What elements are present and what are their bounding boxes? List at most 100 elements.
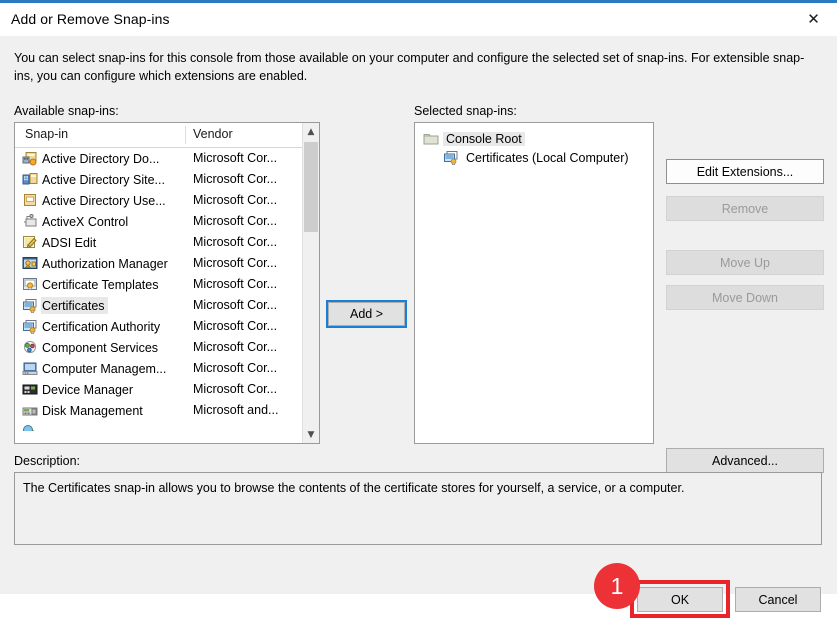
list-item[interactable]: Disk Management Microsoft and... [15, 400, 303, 421]
remove-button: Remove [666, 196, 824, 221]
description-box: The Certificates snap-in allows you to b… [14, 472, 822, 545]
tree-item-certificates[interactable]: Certificates (Local Computer) [443, 148, 632, 167]
list-item-name: Active Directory Do... [42, 151, 160, 166]
list-column-header: Snap-in Vendor [15, 123, 319, 148]
list-item-name: Certificates [42, 298, 105, 313]
add-button[interactable]: Add > [326, 300, 407, 328]
tree-item-label: Certificates (Local Computer) [466, 150, 629, 165]
close-button[interactable]: ✕ [790, 3, 837, 36]
list-item-vendor: Microsoft Cor... [193, 172, 278, 186]
list-item[interactable]: Component Services Microsoft Cor... [15, 337, 303, 358]
available-snapins-label: Available snap-ins: [14, 104, 119, 118]
active-directory-users-icon [22, 193, 38, 208]
list-item[interactable]: ActiveX Control Microsoft Cor... [15, 211, 303, 232]
annotation-step-badge: 1 [594, 563, 640, 609]
list-item[interactable]: Certificate Templates Microsoft Cor... [15, 274, 303, 295]
list-item-name: Certification Authority [42, 319, 161, 334]
certificates-icon [22, 298, 38, 314]
list-item[interactable]: Active Directory Do... Microsoft Cor... [15, 148, 303, 169]
component-services-icon [22, 340, 38, 355]
device-manager-icon [22, 382, 38, 397]
list-item-vendor: Microsoft and... [193, 403, 279, 417]
list-item-vendor: Microsoft Cor... [193, 340, 278, 354]
adsi-edit-icon [22, 235, 38, 250]
activex-control-icon [22, 213, 38, 229]
tree-item-console-root[interactable]: Console Root [423, 129, 525, 148]
list-item-name: ActiveX Control [42, 214, 129, 229]
list-item-name: Authorization Manager [42, 256, 168, 271]
chevron-up-icon[interactable]: ▲ [303, 123, 319, 140]
list-item-name: Disk Management [42, 403, 143, 418]
list-item-name: Certificate Templates [42, 277, 159, 292]
ok-button[interactable]: OK [637, 587, 723, 612]
list-item-name-cell: Active Directory Do... [41, 150, 162, 167]
advanced-button[interactable]: Advanced... [666, 448, 824, 473]
certificate-templates-icon [22, 277, 38, 292]
list-item-name-cell: Active Directory Site... [41, 171, 168, 188]
list-item[interactable]: Device Manager Microsoft Cor... [15, 379, 303, 400]
list-item-name-cell: ADSI Edit [41, 234, 99, 251]
column-divider[interactable] [185, 126, 186, 144]
list-item-name-cell: Certificates [41, 297, 108, 314]
move-down-button: Move Down [666, 285, 824, 310]
list-item-name: Active Directory Site... [42, 172, 165, 187]
list-scrollbar[interactable]: ▲ ▼ [302, 123, 319, 443]
certificates-icon [443, 150, 459, 166]
list-item-vendor: Microsoft Cor... [193, 235, 278, 249]
computer-management-icon [22, 361, 38, 376]
description-label: Description: [14, 454, 80, 468]
list-item[interactable]: Certification Authority Microsoft Cor... [15, 316, 303, 337]
list-item-name-cell: Device Manager [41, 381, 136, 398]
list-item-vendor: Microsoft Cor... [193, 382, 278, 396]
list-item-vendor: Microsoft Cor... [193, 298, 278, 312]
list-item-partial[interactable] [15, 421, 303, 431]
list-item-name-cell: Authorization Manager [41, 255, 171, 272]
list-item[interactable]: Active Directory Use... Microsoft Cor... [15, 190, 303, 211]
move-up-button: Move Up [666, 250, 824, 275]
list-item-name-cell: Active Directory Use... [41, 192, 169, 209]
scrollbar-thumb[interactable] [304, 142, 318, 232]
list-item-name-cell: Certificate Templates [41, 276, 162, 293]
list-item-name-cell: Disk Management [41, 402, 146, 419]
title-bar: Add or Remove Snap-ins ✕ [0, 3, 837, 36]
cancel-button[interactable]: Cancel [735, 587, 821, 612]
active-directory-sites-icon [22, 172, 38, 187]
list-item-name: ADSI Edit [42, 235, 97, 250]
available-snapins-list[interactable]: Snap-in Vendor Active Directory Do... Mic… [14, 122, 320, 444]
list-item-name: Computer Managem... [42, 361, 167, 376]
folder-icon [423, 131, 439, 146]
list-item-vendor: Microsoft Cor... [193, 319, 278, 333]
certification-authority-icon [22, 319, 38, 335]
active-directory-domains-icon [22, 151, 38, 166]
list-item-name: Active Directory Use... [42, 193, 166, 208]
dialog-body: You can select snap-ins for this console… [0, 36, 837, 618]
list-item-vendor: Microsoft Cor... [193, 256, 278, 270]
description-text: The Certificates snap-in allows you to b… [23, 481, 685, 495]
selected-snapins-tree[interactable]: Console Root Certificates (Local Compute… [414, 122, 654, 444]
list-item-vendor: Microsoft Cor... [193, 151, 278, 165]
disk-management-icon [22, 403, 38, 418]
list-item[interactable]: Certificates Microsoft Cor... [15, 295, 303, 316]
chevron-down-icon[interactable]: ▼ [303, 426, 319, 443]
selected-snapins-label: Selected snap-ins: [414, 104, 517, 118]
list-item[interactable]: Computer Managem... Microsoft Cor... [15, 358, 303, 379]
column-header-snapin[interactable]: Snap-in [25, 127, 68, 141]
list-item-vendor: Microsoft Cor... [193, 214, 278, 228]
list-rows: Active Directory Do... Microsoft Cor... Ac… [15, 148, 303, 443]
list-item[interactable]: Active Directory Site... Microsoft Cor... [15, 169, 303, 190]
tree-item-label: Console Root [443, 131, 525, 146]
list-item[interactable]: Authorization Manager Microsoft Cor... [15, 253, 303, 274]
list-item-vendor: Microsoft Cor... [193, 277, 278, 291]
close-icon: ✕ [807, 10, 820, 28]
intro-text: You can select snap-ins for this console… [14, 51, 805, 83]
list-item-name: Device Manager [42, 382, 134, 397]
edit-extensions-button[interactable]: Edit Extensions... [666, 159, 824, 184]
list-item-name-cell: Certification Authority [41, 318, 163, 335]
authorization-manager-icon [22, 256, 38, 271]
column-header-vendor[interactable]: Vendor [193, 127, 233, 141]
window-title: Add or Remove Snap-ins [11, 11, 170, 27]
list-item[interactable]: ADSI Edit Microsoft Cor... [15, 232, 303, 253]
dns-icon [22, 424, 38, 431]
list-item-vendor: Microsoft Cor... [193, 193, 278, 207]
list-item-name: Component Services [42, 340, 159, 355]
